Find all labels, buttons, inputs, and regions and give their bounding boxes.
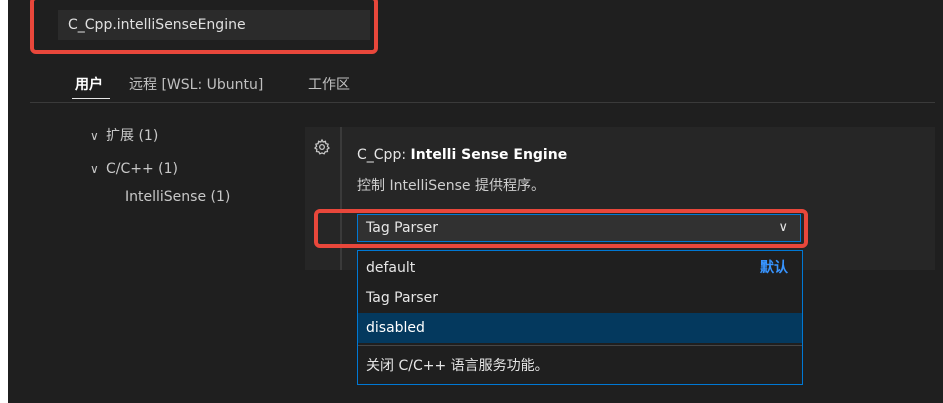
- option-default[interactable]: default 默认: [358, 253, 802, 283]
- dropdown-separator: [358, 345, 802, 346]
- default-badge: 默认: [760, 260, 788, 276]
- active-tab-indicator: [72, 98, 110, 99]
- toc-item-cpp[interactable]: ∨ C/C++ (1): [90, 161, 178, 177]
- option-disabled[interactable]: disabled: [358, 313, 802, 343]
- setting-title: C_Cpp: Intelli Sense Engine: [357, 147, 567, 163]
- setting-prefix: C_Cpp:: [357, 147, 411, 163]
- search-highlight-annotation: [30, 0, 378, 54]
- tab-user[interactable]: 用户: [75, 74, 103, 94]
- option-tag-parser[interactable]: Tag Parser: [358, 283, 802, 313]
- chevron-down-icon: ∨: [90, 162, 99, 176]
- toc-item-intellisense[interactable]: IntelliSense (1): [125, 189, 230, 205]
- toc-item-label: C/C++ (1): [106, 161, 179, 177]
- setting-name: Intelli Sense Engine: [410, 147, 568, 163]
- option-label: disabled: [366, 320, 425, 336]
- setting-description: 控制 IntelliSense 提供程序。: [357, 178, 545, 194]
- select-dropdown-list: default 默认 Tag Parser disabled 关闭 C/C++ …: [357, 250, 803, 385]
- option-label: Tag Parser: [366, 290, 438, 306]
- setting-focus-bar: [340, 127, 342, 270]
- option-description: 关闭 C/C++ 语言服务功能。: [366, 358, 549, 374]
- gear-icon[interactable]: [313, 138, 331, 156]
- tabs-divider: [30, 102, 935, 103]
- tab-remote-wsl[interactable]: 远程 [WSL: Ubuntu]: [129, 74, 263, 94]
- toc-item-label: IntelliSense (1): [125, 189, 231, 205]
- chevron-down-icon: ∨: [90, 129, 99, 143]
- toc-item-label: 扩展 (1): [106, 128, 159, 144]
- option-label: default: [366, 260, 416, 276]
- toc-item-extensions[interactable]: ∨ 扩展 (1): [90, 125, 158, 145]
- tab-workspace[interactable]: 工作区: [308, 74, 350, 94]
- select-highlight-annotation: [314, 209, 808, 248]
